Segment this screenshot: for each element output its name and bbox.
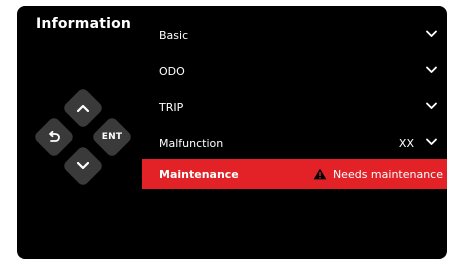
back-icon xyxy=(39,122,69,152)
info-screen: Information ENT Basic ODO TRIP Malfuncti… xyxy=(17,6,447,259)
menu-item-basic[interactable]: Basic xyxy=(142,18,447,52)
enter-label: ENT xyxy=(101,132,123,142)
chevron-down-icon xyxy=(426,66,437,73)
maintenance-status-text: Needs maintenance xyxy=(332,167,443,181)
malfunction-value: XX xyxy=(398,136,414,150)
menu-item-label: TRIP xyxy=(159,100,184,114)
menu-item-odo[interactable]: ODO xyxy=(142,54,447,88)
chevron-down-icon xyxy=(426,30,437,37)
information-menu: Basic ODO TRIP Malfunction XX Maintenanc… xyxy=(142,6,447,259)
maintenance-status: Needs maintenance xyxy=(313,168,443,181)
menu-item-label: Malfunction xyxy=(159,136,224,150)
menu-item-label: Maintenance xyxy=(159,167,239,181)
chevron-up-icon xyxy=(68,93,98,123)
menu-item-maintenance[interactable]: Maintenance Needs maintenance xyxy=(142,159,447,189)
menu-item-label: ODO xyxy=(159,64,185,78)
dpad-control: ENT xyxy=(27,86,137,191)
menu-item-label: Basic xyxy=(159,28,189,42)
chevron-down-icon xyxy=(68,151,98,181)
menu-item-trip[interactable]: TRIP xyxy=(142,90,447,124)
screen-title: Information xyxy=(36,16,132,32)
chevron-down-icon xyxy=(426,138,437,145)
warning-icon xyxy=(313,168,327,180)
menu-item-malfunction[interactable]: Malfunction XX xyxy=(142,126,447,160)
chevron-down-icon xyxy=(426,102,437,109)
